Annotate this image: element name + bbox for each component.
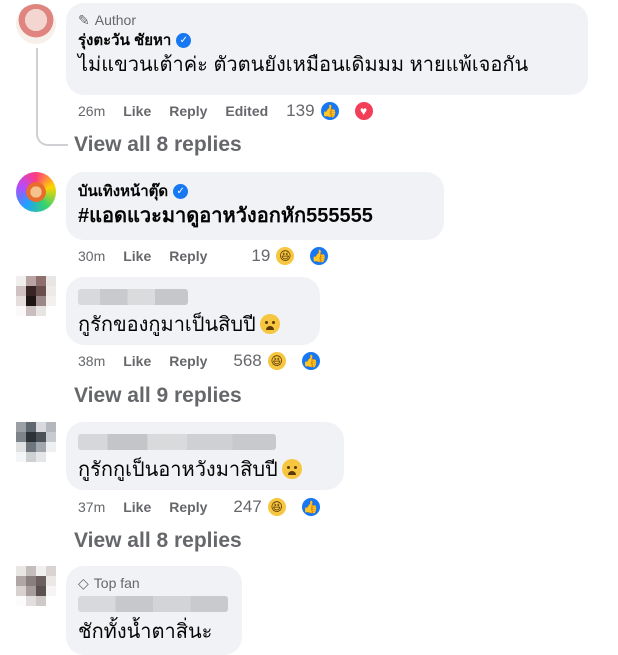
avatar[interactable]: [16, 566, 56, 606]
like-button[interactable]: Like: [123, 353, 151, 369]
comment-text: #แอดแวะมาดูอาหวังอกหัก555555: [78, 205, 373, 227]
reply-button[interactable]: Reply: [169, 499, 207, 515]
comment-actions: 30m Like Reply 19 😆 👍: [78, 245, 348, 267]
like-icon: 👍: [299, 350, 322, 372]
view-replies-link[interactable]: View all 8 replies: [74, 529, 242, 553]
commenter-name[interactable]: รุ่งตะวัน ชัยหา ✓: [78, 29, 576, 51]
haha-icon: 😆: [274, 245, 297, 267]
pencil-icon: ✎: [78, 11, 90, 28]
reply-button[interactable]: Reply: [169, 103, 207, 119]
comment-actions: 26m Like Reply Edited 139 👍 ♥: [78, 100, 393, 122]
diamond-icon: ◇: [78, 574, 89, 591]
crying-emoji-icon: [259, 314, 280, 334]
comment-text: กูรักของกูมาเป็นสิบปี: [78, 311, 308, 339]
comment-text: กูรักกูเป็นอาหวังมาสิบปี: [78, 456, 332, 484]
comment-bubble: ◇ Top fan ชักทั้งน้ำตาสิ่นะ: [66, 566, 242, 655]
blurred-name: [78, 596, 228, 612]
reply-thread-line: [36, 48, 68, 146]
reaction-count[interactable]: 19: [251, 246, 270, 266]
avatar[interactable]: [16, 276, 56, 316]
avatar[interactable]: [16, 4, 56, 44]
like-button[interactable]: Like: [123, 248, 151, 264]
reaction-count[interactable]: 139: [286, 101, 314, 121]
like-icon: 👍: [299, 496, 322, 518]
crying-emoji-icon: [281, 459, 302, 479]
view-replies-link[interactable]: View all 9 replies: [74, 384, 242, 408]
reactions[interactable]: 👍 ♥: [318, 100, 393, 122]
comment-time[interactable]: 37m: [78, 499, 105, 515]
comment-bubble: กูรักกูเป็นอาหวังมาสิบปี: [66, 422, 344, 490]
view-replies-link[interactable]: View all 8 replies: [74, 133, 242, 157]
like-button[interactable]: Like: [123, 103, 151, 119]
badge-label: Author: [94, 12, 136, 28]
reply-button[interactable]: Reply: [169, 353, 207, 369]
commenter-name[interactable]: บันเทิงหน้าตุ๊ด ✓: [78, 180, 432, 202]
badge-label: Top fan: [93, 575, 140, 591]
reactions[interactable]: 😆 👍: [274, 245, 348, 267]
verified-badge-icon: ✓: [173, 183, 189, 199]
comment-text: ไม่แขวนเต้าค่ะ ตัวตนยังเหมือนเดิมมม หายแ…: [78, 54, 529, 76]
commenter-name-text[interactable]: รุ่งตะวัน ชัยหา: [78, 28, 171, 52]
avatar[interactable]: [16, 422, 56, 462]
like-button[interactable]: Like: [123, 499, 151, 515]
comment-actions: 37m Like Reply 247 😆 👍: [78, 496, 340, 518]
top-fan-badge: ◇ Top fan: [78, 574, 230, 592]
comment-bubble: กูรักของกูมาเป็นสิบปี: [66, 277, 320, 345]
like-icon: 👍: [308, 245, 331, 267]
comment-text-content: กูรักกูเป็นอาหวังมาสิบปี: [78, 459, 278, 481]
comment-bubble: บันเทิงหน้าตุ๊ด ✓ #แอดแวะมาดูอาหวังอกหัก…: [66, 172, 444, 240]
commenter-name-text[interactable]: บันเทิงหน้าตุ๊ด: [78, 179, 168, 203]
reaction-count[interactable]: 247: [233, 497, 261, 517]
like-icon: 👍: [318, 100, 341, 122]
comment-time[interactable]: 30m: [78, 248, 105, 264]
comment-time[interactable]: 26m: [78, 103, 105, 119]
haha-icon: 😆: [265, 496, 288, 518]
comment-actions: 38m Like Reply 568 😆 👍: [78, 350, 340, 372]
reaction-count[interactable]: 568: [233, 351, 261, 371]
reactions[interactable]: 😆 👍: [265, 496, 340, 518]
love-icon: ♥: [352, 100, 375, 122]
blurred-name: [78, 289, 188, 305]
comment-time[interactable]: 38m: [78, 353, 105, 369]
author-badge: ✎ Author: [78, 11, 576, 29]
comment-bubble: ✎ Author รุ่งตะวัน ชัยหา ✓ ไม่แขวนเต้าค่…: [66, 3, 588, 95]
verified-badge-icon: ✓: [176, 32, 192, 48]
comment-text: ชักทั้งน้ำตาสิ่นะ: [78, 621, 213, 643]
avatar[interactable]: [16, 172, 56, 212]
blurred-name: [78, 434, 276, 450]
haha-icon: 😆: [265, 350, 288, 372]
edited-label[interactable]: Edited: [225, 103, 268, 119]
reactions[interactable]: 😆 👍: [265, 350, 340, 372]
reply-button[interactable]: Reply: [169, 248, 207, 264]
comment-text-content: กูรักของกูมาเป็นสิบปี: [78, 314, 256, 336]
